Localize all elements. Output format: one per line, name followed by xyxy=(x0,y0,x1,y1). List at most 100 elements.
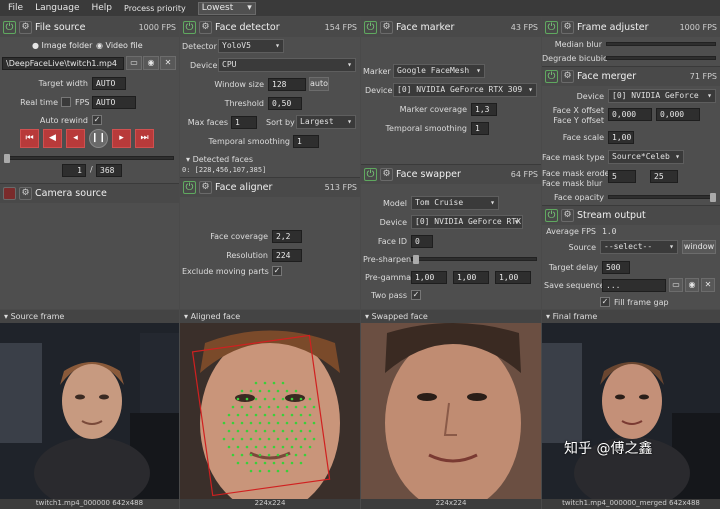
presharpen-slider[interactable] xyxy=(411,255,537,264)
power-icon[interactable]: ⏻ xyxy=(364,168,377,181)
landmark-dot xyxy=(281,381,285,385)
landmark-dot xyxy=(236,445,240,449)
menu-file[interactable]: File xyxy=(8,3,23,13)
device-select[interactable]: [0] NVIDIA GeForce RTX xyxy=(411,215,523,229)
close-icon[interactable]: ✕ xyxy=(701,278,715,292)
slider-knob[interactable] xyxy=(413,255,419,264)
file-path-input[interactable]: \DeepFaceLive\twitch1.mp4 xyxy=(2,57,124,70)
landmark-dot xyxy=(312,421,316,425)
settings-icon[interactable]: ⚙ xyxy=(199,20,212,34)
temporal-smoothing-input[interactable]: 1 xyxy=(293,135,319,148)
sort-by-select[interactable]: Largest xyxy=(296,115,356,129)
slider-knob[interactable] xyxy=(710,193,716,202)
landmark-dot xyxy=(281,461,285,465)
frame-slider[interactable] xyxy=(4,154,174,163)
frame-current-input[interactable]: 1 xyxy=(62,164,86,177)
power-icon[interactable]: ⏻ xyxy=(364,20,377,34)
folder-icon[interactable]: ▭ xyxy=(126,56,142,70)
power-icon[interactable]: ⏻ xyxy=(545,70,558,83)
back-icon[interactable]: ◀ xyxy=(43,129,62,148)
pregamma-r-input[interactable]: 1,00 xyxy=(411,271,447,284)
settings-icon[interactable]: ⚙ xyxy=(199,181,212,194)
face-scale-input[interactable]: 1,00 xyxy=(608,131,634,144)
save-sequence-input[interactable]: ... xyxy=(602,279,666,292)
marker-coverage-input[interactable]: 1,3 xyxy=(471,103,497,116)
target-delay-input[interactable]: 500 xyxy=(602,261,630,274)
median-blur-slider[interactable] xyxy=(606,42,716,46)
window-button[interactable]: window xyxy=(682,240,716,254)
mask-erode-input[interactable]: 5 xyxy=(608,170,636,183)
landmark-dot xyxy=(254,445,258,449)
frame-caption: twitch1.mp4_000000_merged 642x488 xyxy=(542,499,720,509)
model-select[interactable]: Tom Cruise xyxy=(411,196,499,210)
swapped-face-image xyxy=(361,323,541,509)
window-size-input[interactable]: 128 xyxy=(268,78,306,91)
step-forward-icon[interactable]: ▸ xyxy=(112,129,131,148)
offset-x-input[interactable]: 0,000 xyxy=(608,108,652,121)
final-frame-view: ▾ Final frame twitch1.mp4_000000_merged … xyxy=(542,310,720,509)
two-pass-checkbox[interactable]: ✓ xyxy=(411,290,421,300)
detector-select[interactable]: YoloV5 xyxy=(218,39,284,53)
power-icon[interactable]: ⏻ xyxy=(183,20,196,34)
power-icon[interactable]: ⏻ xyxy=(183,181,196,194)
degrade-bicubic-label: Degrade bicubic xyxy=(542,54,608,63)
video-file-radio[interactable]: ◉ Video file xyxy=(96,41,143,50)
power-icon[interactable] xyxy=(3,187,16,200)
process-priority-select[interactable]: Lowest ▾ xyxy=(197,1,256,15)
folder-icon[interactable]: ▭ xyxy=(669,278,683,292)
step-back-icon[interactable]: ◂ xyxy=(66,129,85,148)
power-icon[interactable]: ⏻ xyxy=(3,20,16,34)
device-select[interactable]: [0] NVIDIA GeForce xyxy=(608,89,716,103)
settings-icon[interactable]: ⚙ xyxy=(19,20,32,34)
auto-rewind-checkbox[interactable]: ✓ xyxy=(92,115,102,125)
close-icon[interactable]: ✕ xyxy=(160,56,176,70)
menu-language[interactable]: Language xyxy=(35,3,79,13)
resolution-input[interactable]: 224 xyxy=(272,249,302,262)
mask-blur-input[interactable]: 25 xyxy=(650,170,678,183)
device-select[interactable]: CPU xyxy=(218,58,356,72)
eye-icon[interactable]: ◉ xyxy=(143,56,159,70)
settings-icon[interactable]: ⚙ xyxy=(380,20,393,34)
mask-type-select[interactable]: Source*Celeb xyxy=(608,150,684,164)
settings-icon[interactable]: ⚙ xyxy=(561,209,574,222)
threshold-input[interactable]: 0,50 xyxy=(268,97,302,110)
pause-icon[interactable]: ❙❙ xyxy=(89,129,108,148)
slider-knob[interactable] xyxy=(4,154,10,163)
settings-icon[interactable]: ⚙ xyxy=(19,187,32,200)
temporal-smoothing-input[interactable]: 1 xyxy=(471,122,489,135)
settings-icon[interactable]: ⚙ xyxy=(561,70,574,83)
pregamma-b-input[interactable]: 1,00 xyxy=(495,271,531,284)
auto-button[interactable]: auto xyxy=(309,77,329,91)
max-faces-input[interactable]: 1 xyxy=(231,116,257,129)
realtime-checkbox[interactable] xyxy=(61,97,71,107)
first-frame-icon[interactable]: ⏮ xyxy=(20,129,39,148)
settings-icon[interactable]: ⚙ xyxy=(380,168,393,181)
last-frame-icon[interactable]: ⏭ xyxy=(135,129,154,148)
landmark-dot xyxy=(240,453,244,457)
fps-input[interactable]: AUTO xyxy=(92,96,136,109)
landmark-dot xyxy=(227,445,231,449)
offset-y-input[interactable]: 0,000 xyxy=(656,108,700,121)
face-opacity-slider[interactable] xyxy=(608,193,716,202)
target-width-input[interactable]: AUTO xyxy=(92,77,126,90)
fill-gap-checkbox[interactable]: ✓ xyxy=(600,297,610,307)
source-select[interactable]: --select-- xyxy=(600,240,678,254)
threshold-label: Threshold xyxy=(224,99,264,108)
face-coverage-input[interactable]: 2,2 xyxy=(272,230,302,243)
chevron-down-icon: ▾ xyxy=(247,3,252,13)
exclude-moving-checkbox[interactable]: ✓ xyxy=(272,266,282,276)
resolution-label: Resolution xyxy=(226,251,268,260)
marker-select[interactable]: Google FaceMesh xyxy=(393,64,485,78)
power-icon[interactable]: ⏻ xyxy=(545,20,558,34)
pregamma-g-input[interactable]: 1,00 xyxy=(453,271,489,284)
degrade-bicubic-slider[interactable] xyxy=(606,56,716,60)
device-select[interactable]: [0] NVIDIA GeForce RTX 309 xyxy=(393,83,537,97)
image-folder-radio[interactable]: ● Image folder xyxy=(32,41,92,50)
menu-help[interactable]: Help xyxy=(91,3,112,13)
settings-icon[interactable]: ⚙ xyxy=(561,20,574,34)
power-icon[interactable]: ⏻ xyxy=(545,209,558,222)
detected-faces-label: ▾ Detected faces xyxy=(186,155,253,164)
eye-icon[interactable]: ◉ xyxy=(685,278,699,292)
landmark-dot xyxy=(272,397,276,401)
face-id-input[interactable]: 0 xyxy=(411,235,433,248)
